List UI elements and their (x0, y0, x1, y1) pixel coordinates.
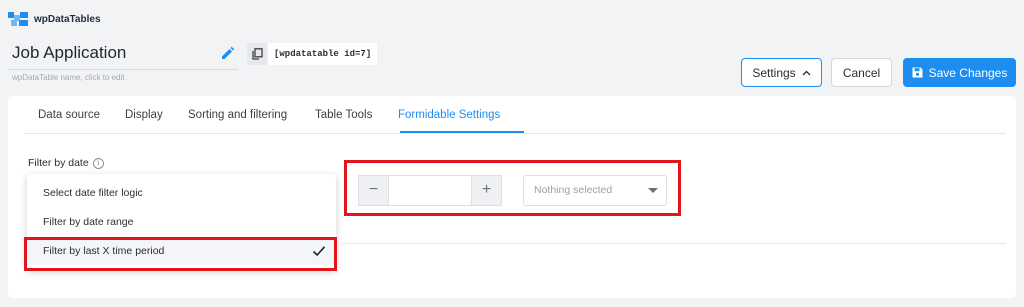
table-title-field[interactable]: Job Application (8, 40, 238, 70)
pencil-icon[interactable] (220, 45, 236, 61)
copy-icon (251, 48, 263, 60)
table-title[interactable]: Job Application (12, 43, 126, 63)
period-value-input[interactable] (389, 175, 471, 206)
save-changes-button[interactable]: Save Changes (903, 58, 1016, 87)
tab-table-tools[interactable]: Table Tools (315, 109, 372, 121)
filter-label-text: Filter by date (28, 157, 89, 169)
title-hint: wpDataTable name, click to edit (12, 73, 125, 82)
settings-panel: Data source Display Sorting and filterin… (8, 96, 1016, 298)
floppy-icon (912, 67, 923, 78)
option-select-logic[interactable]: Select date filter logic (27, 179, 336, 207)
tab-display[interactable]: Display (125, 109, 163, 121)
save-label: Save Changes (928, 65, 1008, 80)
option-label: Select date filter logic (43, 187, 143, 199)
tab-sorting-filtering[interactable]: Sorting and filtering (188, 109, 287, 121)
increment-button[interactable]: + (471, 175, 502, 206)
shortcode-text: [wpdatatable id=7] (268, 43, 378, 65)
time-unit-select[interactable]: Nothing selected (523, 175, 667, 206)
highlight-selected-option (24, 237, 337, 271)
app-name: wpDataTables (34, 13, 101, 25)
logo-icon (8, 12, 28, 26)
tab-formidable-settings[interactable]: Formidable Settings (398, 109, 500, 121)
tab-bar: Data source Display Sorting and filterin… (24, 96, 1006, 134)
caret-down-icon (648, 188, 658, 193)
time-unit-placeholder: Nothing selected (534, 184, 613, 196)
tab-data-source[interactable]: Data source (38, 109, 100, 121)
info-icon[interactable]: i (92, 157, 104, 169)
chevron-up-icon (802, 70, 811, 75)
settings-button[interactable]: Settings (741, 58, 822, 87)
copy-shortcode-button[interactable] (247, 43, 267, 65)
option-label: Filter by date range (43, 216, 134, 228)
settings-label: Settings (752, 65, 796, 80)
active-tab-indicator (400, 131, 524, 133)
cancel-button[interactable]: Cancel (831, 58, 892, 87)
cancel-label: Cancel (842, 65, 881, 80)
filter-by-date-label: Filter by date i (28, 157, 104, 169)
section-divider (341, 243, 1006, 244)
app-logo: wpDataTables (8, 12, 101, 26)
option-date-range[interactable]: Filter by date range (27, 208, 336, 236)
decrement-button[interactable]: − (358, 175, 389, 206)
period-stepper: − + (358, 175, 502, 206)
